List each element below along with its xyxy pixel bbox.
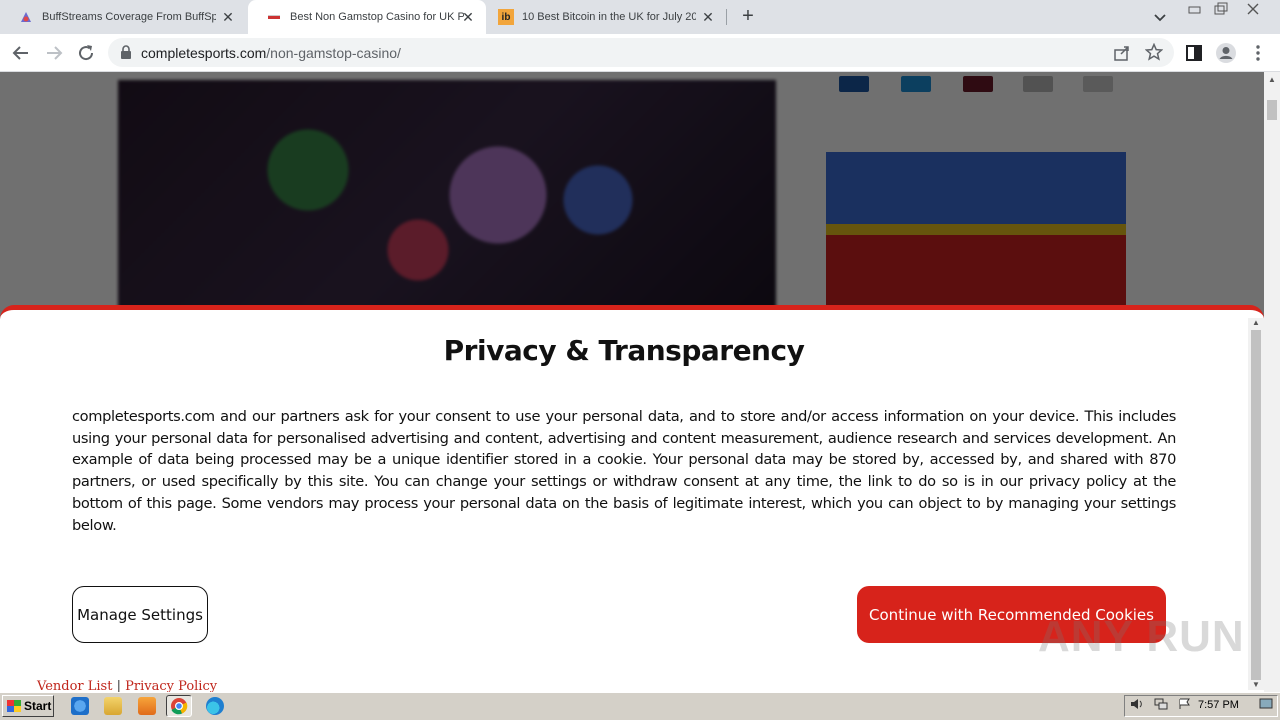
page-scrollbar[interactable]: ▲ <box>1264 72 1280 692</box>
tab-buffstreams[interactable]: BuffStreams Coverage From BuffSports ✕ <box>0 0 246 34</box>
action-center-flag-icon[interactable] <box>1178 698 1192 710</box>
tab-title: BuffStreams Coverage From BuffSports <box>42 11 216 23</box>
chrome-taskbar-icon[interactable] <box>166 695 192 717</box>
start-label: Start <box>24 699 52 713</box>
privacy-policy-link[interactable]: Privacy Policy <box>125 679 217 692</box>
profile-avatar-icon[interactable] <box>1214 41 1238 65</box>
tab-separator <box>726 9 727 25</box>
windows-logo-icon <box>7 700 21 712</box>
manage-settings-button[interactable]: Manage Settings <box>72 586 208 643</box>
url-domain: completesports.com <box>141 45 267 61</box>
window-close-icon[interactable] <box>1244 2 1262 19</box>
edge-icon[interactable] <box>206 697 224 715</box>
vendor-list-link[interactable]: Vendor List <box>37 679 112 692</box>
close-tab-icon[interactable]: ✕ <box>220 9 236 25</box>
anyrun-watermark: ANY RUN <box>1038 612 1245 661</box>
taskbar: Start 7:57 PM <box>0 692 1280 720</box>
share-icon[interactable] <box>1113 44 1131 67</box>
link-separator: | <box>116 679 121 692</box>
dialog-scroll-up-icon[interactable]: ▲ <box>1248 318 1264 327</box>
start-button[interactable]: Start <box>2 695 54 717</box>
close-tab-icon[interactable]: ✕ <box>460 9 476 25</box>
consent-title: Privacy & Transparency <box>443 334 805 367</box>
new-tab-button[interactable]: + <box>738 5 758 27</box>
consent-body-text: completesports.com and our partners ask … <box>72 408 1176 534</box>
consent-footer-links: Vendor List | Privacy Policy <box>37 679 217 692</box>
media-player-icon[interactable] <box>138 697 156 715</box>
taskbar-clock: 7:57 PM <box>1198 699 1239 711</box>
minimize-icon[interactable] <box>1186 2 1204 19</box>
restore-icon[interactable] <box>1212 2 1230 19</box>
tab-strip: BuffStreams Coverage From BuffSports ✕ B… <box>0 0 1280 34</box>
forward-arrow-icon[interactable] <box>42 41 66 65</box>
volume-icon[interactable] <box>1130 698 1144 710</box>
bookmark-star-icon[interactable] <box>1144 42 1164 66</box>
tab-search-chevron-icon[interactable] <box>1152 9 1168 30</box>
lock-icon <box>120 45 132 64</box>
internet-explorer-icon[interactable] <box>71 697 89 715</box>
menu-kebab-icon[interactable] <box>1246 41 1270 65</box>
page-scroll-thumb[interactable] <box>1267 100 1277 120</box>
dialog-scroll-down-icon[interactable]: ▼ <box>1248 680 1264 689</box>
tab-title: Best Non Gamstop Casino for UK Players <box>290 11 464 23</box>
side-panel-icon[interactable] <box>1182 41 1206 65</box>
tab-bitcoin[interactable]: ib 10 Best Bitcoin in the UK for July 20… <box>488 0 726 34</box>
dialog-scroll-thumb[interactable] <box>1251 330 1261 680</box>
close-tab-icon[interactable]: ✕ <box>700 9 716 25</box>
ib-favicon-icon: ib <box>498 9 514 25</box>
browser-toolbar: completesports.com/non-gamstop-casino/ <box>0 34 1280 72</box>
url-text: completesports.com/non-gamstop-casino/ <box>141 45 401 61</box>
back-arrow-icon[interactable] <box>9 41 33 65</box>
dialog-scrollbar[interactable]: ▲ ▼ <box>1248 318 1264 690</box>
tab-non-gamstop-casino[interactable]: Best Non Gamstop Casino for UK Players ✕ <box>248 0 486 34</box>
reload-icon[interactable] <box>74 41 98 65</box>
network-icon[interactable] <box>1154 698 1168 710</box>
buffstreams-favicon-icon <box>18 9 34 25</box>
file-explorer-icon[interactable] <box>104 697 122 715</box>
completesports-favicon-icon <box>266 9 282 25</box>
scroll-up-arrow-icon[interactable]: ▲ <box>1264 75 1280 84</box>
show-desktop-icon[interactable] <box>1259 698 1273 710</box>
address-bar[interactable]: completesports.com/non-gamstop-casino/ <box>108 38 1174 67</box>
tab-title: 10 Best Bitcoin in the UK for July 2023 <box>522 11 696 23</box>
url-path: /non-gamstop-casino/ <box>266 45 401 61</box>
